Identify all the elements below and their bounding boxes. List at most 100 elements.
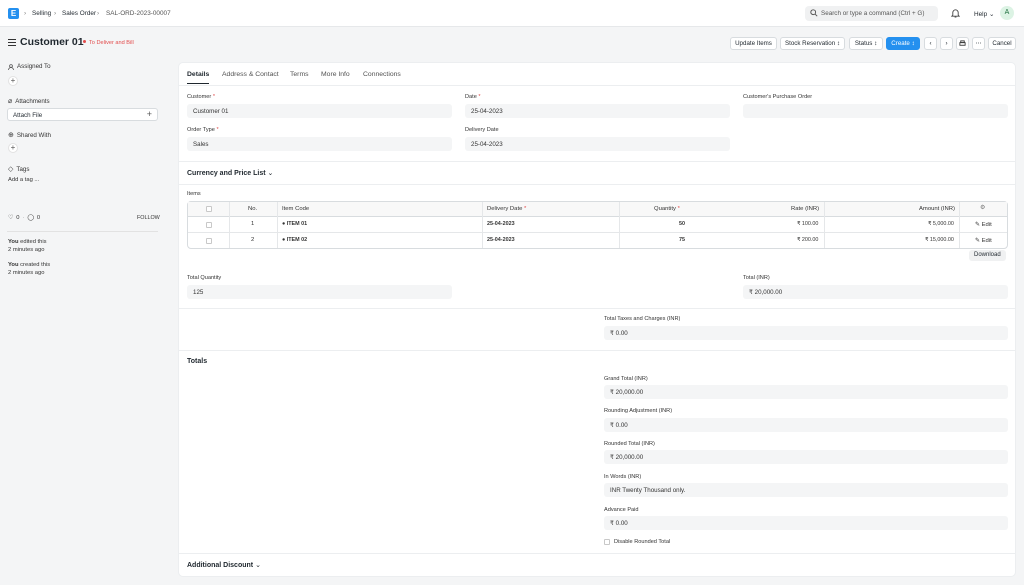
table-row[interactable]: 1 ● ITEM 01 25-04-2023 50 ₹ 100.00 ₹ 5,0… bbox=[188, 217, 1007, 233]
comment-icon[interactable]: ◯ bbox=[27, 215, 34, 223]
row-item-code[interactable]: ● ITEM 02 bbox=[282, 237, 307, 243]
download-button[interactable]: Download bbox=[969, 250, 1006, 261]
date-field[interactable]: 25-04-2023 bbox=[465, 104, 730, 118]
activity-action: created this bbox=[18, 262, 51, 268]
page-title: Customer 01 bbox=[20, 36, 84, 48]
col-rate: Rate (INR) bbox=[791, 206, 820, 212]
follow-button[interactable]: FOLLOW bbox=[137, 215, 160, 223]
sidebar-toggle-icon[interactable] bbox=[8, 39, 16, 46]
tab-address-contact[interactable]: Address & Contact bbox=[222, 71, 279, 83]
chevron-right-icon: › bbox=[945, 40, 948, 47]
order-type-field[interactable]: Sales bbox=[187, 137, 452, 151]
row-item-code-text: ITEM 01 bbox=[286, 221, 308, 227]
tab-connections[interactable]: Connections bbox=[363, 71, 401, 83]
disable-rounded-label: Disable Rounded Total bbox=[614, 539, 671, 545]
tab-details[interactable]: Details bbox=[187, 71, 210, 84]
status-button[interactable]: Status ↕ bbox=[849, 37, 883, 50]
add-tag-link[interactable]: Add a tag ... bbox=[8, 177, 39, 185]
cancel-button[interactable]: Cancel bbox=[988, 37, 1016, 50]
select-all-checkbox[interactable] bbox=[206, 206, 212, 212]
delivery-date-label: Delivery Date bbox=[465, 127, 499, 133]
tab-more-info[interactable]: More Info bbox=[321, 71, 350, 83]
customer-field[interactable]: Customer 01 bbox=[187, 104, 452, 118]
row-quantity[interactable]: 75 bbox=[679, 237, 685, 243]
rounding-adjustment-field: ₹ 0.00 bbox=[604, 418, 1008, 432]
disable-rounded-checkbox[interactable] bbox=[604, 539, 610, 545]
col-delivery-date-text: Delivery Date bbox=[487, 206, 523, 212]
row-checkbox[interactable] bbox=[206, 238, 212, 244]
tags-label: Tags bbox=[16, 165, 30, 173]
chevron-down-icon: ⌄ bbox=[988, 11, 995, 18]
row-item-code-text: ITEM 02 bbox=[286, 237, 308, 243]
attach-file-button[interactable]: Attach File + bbox=[7, 108, 158, 121]
create-button[interactable]: Create ↕ bbox=[886, 37, 920, 50]
prev-doc-button[interactable]: ‹ bbox=[924, 37, 937, 50]
paperclip-icon: ⌀ bbox=[8, 98, 13, 105]
row-edit-button[interactable]: ✎ Edit bbox=[975, 238, 992, 244]
required-mark: * bbox=[524, 206, 527, 212]
search-input[interactable]: Search or type a command (Ctrl + G) bbox=[805, 6, 938, 21]
row-edit-button[interactable]: ✎ Edit bbox=[975, 222, 992, 228]
date-label-text: Date bbox=[465, 94, 477, 100]
shared-with-label: Shared With bbox=[16, 131, 51, 139]
more-button[interactable]: ⋯ bbox=[972, 37, 985, 50]
po-field[interactable] bbox=[743, 104, 1008, 118]
customer-label-text: Customer bbox=[187, 94, 212, 100]
attach-file-label: Attach File bbox=[13, 112, 43, 119]
activity-user: You bbox=[8, 262, 19, 268]
create-label: Create bbox=[891, 40, 910, 47]
chevron-right-icon: › bbox=[54, 10, 57, 17]
heart-icon[interactable]: ♡ bbox=[8, 215, 13, 223]
table-row[interactable]: 2 ● ITEM 02 25-04-2023 75 ₹ 200.00 ₹ 15,… bbox=[188, 233, 1007, 249]
tab-terms[interactable]: Terms bbox=[290, 71, 309, 83]
currency-section-toggle[interactable]: Currency and Price List ⌄ bbox=[187, 169, 273, 177]
activity-user: You bbox=[8, 239, 19, 245]
status-label: Status bbox=[854, 40, 873, 47]
help-menu[interactable]: Help ⌄ bbox=[974, 10, 994, 18]
add-share-button[interactable]: + bbox=[8, 143, 18, 153]
rounding-adjustment-label: Rounding Adjustment (INR) bbox=[604, 408, 673, 414]
breadcrumb-doc[interactable]: SAL-ORD-2023-00007 bbox=[106, 10, 171, 17]
row-delivery-date[interactable]: 25-04-2023 bbox=[487, 237, 515, 243]
grand-total-field: ₹ 20,000.00 bbox=[604, 385, 1008, 399]
update-items-button[interactable]: Update Items bbox=[730, 37, 777, 50]
attachments-heading: ⌀ Attachments bbox=[8, 97, 50, 106]
totals-section-title: Totals bbox=[187, 358, 208, 365]
items-label: Items bbox=[187, 191, 201, 197]
delivery-date-field[interactable]: 25-04-2023 bbox=[465, 137, 730, 151]
row-rate[interactable]: ₹ 200.00 bbox=[797, 237, 818, 243]
row-delivery-date[interactable]: 25-04-2023 bbox=[487, 221, 515, 227]
stock-reservation-button[interactable]: Stock Reservation ↕ bbox=[780, 37, 845, 50]
row-rate[interactable]: ₹ 100.00 bbox=[797, 221, 818, 227]
assigned-to-label: Assigned To bbox=[17, 63, 51, 70]
share-icon: ⊕ bbox=[8, 132, 14, 139]
row-quantity[interactable]: 50 bbox=[679, 221, 685, 227]
settings-icon[interactable]: ⚙ bbox=[980, 205, 985, 211]
print-button[interactable] bbox=[956, 37, 969, 50]
breadcrumb-sales-order[interactable]: Sales Order bbox=[62, 10, 96, 17]
breadcrumb-selling[interactable]: Selling bbox=[32, 10, 51, 17]
additional-discount-toggle[interactable]: Additional Discount ⌄ bbox=[187, 561, 261, 569]
comment-count: 0 bbox=[36, 215, 41, 221]
row-item-code[interactable]: ● ITEM 01 bbox=[282, 221, 307, 227]
required-mark: * bbox=[216, 127, 219, 133]
col-quantity: Quantity * bbox=[654, 206, 680, 212]
row-checkbox[interactable] bbox=[206, 222, 212, 228]
stock-reservation-label: Stock Reservation bbox=[784, 40, 836, 47]
app-logo[interactable]: E bbox=[8, 8, 19, 19]
po-label: Customer's Purchase Order bbox=[743, 94, 813, 100]
divider bbox=[7, 231, 158, 232]
taxes-field: ₹ 0.00 bbox=[604, 326, 1008, 340]
order-type-label-text: Order Type bbox=[187, 127, 215, 133]
divider bbox=[179, 161, 1015, 162]
chevron-down-icon: ⌄ bbox=[255, 562, 261, 569]
required-mark: * bbox=[212, 94, 215, 100]
avatar[interactable]: A bbox=[1000, 6, 1014, 20]
plus-icon: + bbox=[146, 109, 152, 119]
chevron-down-icon: ⌄ bbox=[267, 170, 274, 177]
date-label: Date * bbox=[465, 94, 481, 100]
add-assignee-button[interactable]: + bbox=[8, 76, 18, 86]
next-doc-button[interactable]: › bbox=[940, 37, 953, 50]
search-icon bbox=[810, 9, 818, 17]
bell-icon[interactable] bbox=[951, 8, 960, 18]
